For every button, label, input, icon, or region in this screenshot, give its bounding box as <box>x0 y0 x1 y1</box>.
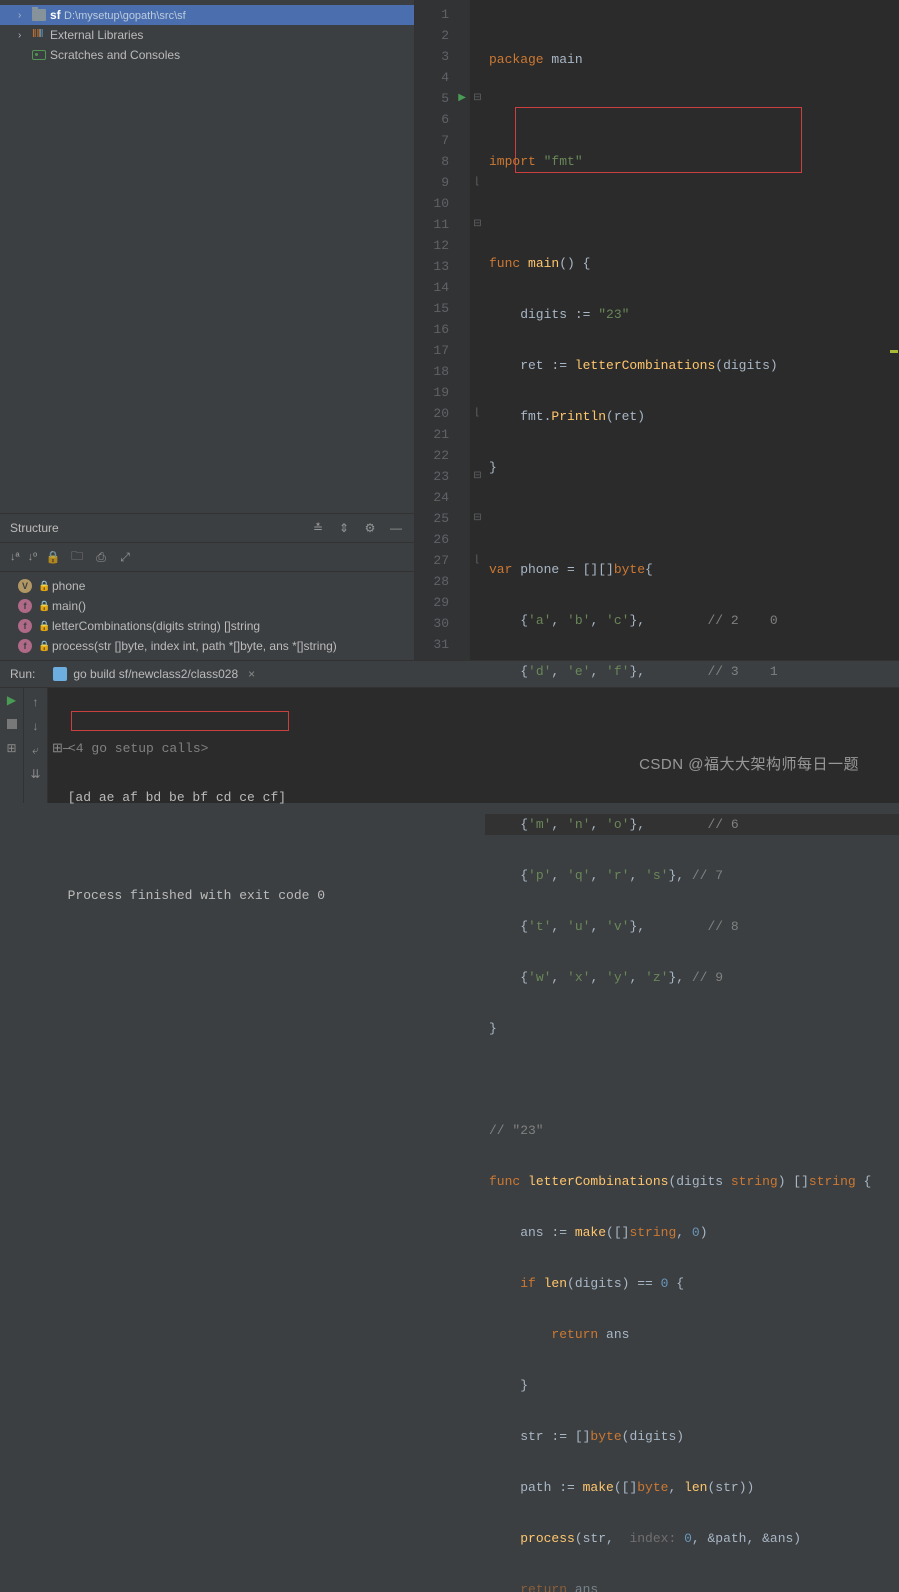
scroll-marker[interactable] <box>887 0 899 660</box>
run-title: Run: <box>10 667 35 681</box>
structure-item[interactable]: V 🔒 phone <box>0 576 414 596</box>
function-badge-icon: f <box>18 639 32 653</box>
layout-button[interactable]: ⊞ <box>0 736 23 760</box>
more-button[interactable] <box>0 760 23 784</box>
sort-alpha-icon[interactable]: ↓ª <box>10 551 20 563</box>
padlock-icon: 🔒 <box>38 581 46 592</box>
gutter[interactable]: 1234 5 678910 1112131415 16 1718192021 2… <box>415 0 470 660</box>
gear-icon[interactable]: ⚙ <box>362 520 378 536</box>
scroll-end-button[interactable]: ⇊ <box>24 762 47 786</box>
structure-item[interactable]: f 🔒 letterCombinations(digits string) []… <box>0 616 414 636</box>
structure-item[interactable]: f 🔒 process(str []byte, index int, path … <box>0 636 414 656</box>
run-tab-label: go build sf/newclass2/class028 <box>73 667 238 681</box>
folder-toolbar-icon[interactable]: 🗀 <box>69 549 85 565</box>
scratches-label: Scratches and Consoles <box>50 48 180 62</box>
project-tree[interactable]: › sf D:\mysetup\gopath\src\sf › External… <box>0 0 414 513</box>
down-button[interactable]: ↓ <box>24 714 47 738</box>
exit-message: Process finished with exit code 0 <box>68 888 325 903</box>
highlight-box <box>71 711 289 731</box>
structure-item-label: phone <box>52 579 85 593</box>
setup-calls: <4 go setup calls> <box>68 741 208 756</box>
expand-icon[interactable]: ≛ <box>310 520 326 536</box>
structure-item-label: main() <box>52 599 86 613</box>
structure-title: Structure <box>10 521 59 535</box>
scroll-icon[interactable]: ⤢ <box>117 549 133 565</box>
hide-icon[interactable]: — <box>388 520 404 536</box>
padlock-icon: 🔒 <box>38 601 46 612</box>
structure-item-label: process(str []byte, index int, path *[]b… <box>52 639 337 653</box>
lock-icon[interactable]: 🔒 <box>45 549 61 565</box>
run-gutter-icon: 5 <box>415 88 469 109</box>
watermark: CSDN @福大大架构师每日一题 <box>639 753 859 774</box>
padlock-icon: 🔒 <box>38 641 46 652</box>
sort-visibility-icon[interactable]: ↓º <box>28 551 38 563</box>
fold-column[interactable]: ⊟⌊⊟ ⌊ ⊟⊟⌊ <box>470 0 485 660</box>
run-side-toolbar: ▶ ⊞ <box>0 688 24 803</box>
scratches-icon <box>32 50 46 60</box>
scratches[interactable]: Scratches and Consoles <box>0 45 414 65</box>
project-root[interactable]: › sf D:\mysetup\gopath\src\sf <box>0 5 414 25</box>
go-icon <box>53 667 67 681</box>
project-path: D:\mysetup\gopath\src\sf <box>64 10 186 22</box>
rerun-button[interactable]: ▶ <box>0 688 23 712</box>
console-output-line: [ad ae af bd be bf cd ce cf] <box>68 790 286 805</box>
function-badge-icon: f <box>18 619 32 633</box>
close-icon[interactable]: × <box>248 667 255 681</box>
console-output[interactable]: ⊞—<4 go setup calls> [ad ae af bd be bf … <box>48 688 899 803</box>
collapse-icon[interactable]: ⇕ <box>336 520 352 536</box>
chevron-right-icon: › <box>18 30 28 41</box>
project-name: sf <box>50 8 61 22</box>
structure-list: V 🔒 phone f 🔒 main() f 🔒 letterCombinati… <box>0 572 414 660</box>
code-editor[interactable]: 1234 5 678910 1112131415 16 1718192021 2… <box>415 0 899 660</box>
padlock-icon: 🔒 <box>38 621 46 632</box>
structure-panel: Structure ≛ ⇕ ⚙ — ↓ª ↓º 🔒 🗀 ⎙ ⤢ V � <box>0 513 414 660</box>
external-libraries[interactable]: › External Libraries <box>0 25 414 45</box>
up-button[interactable]: ↑ <box>24 690 47 714</box>
run-side-toolbar-2: ↑ ↓ ⤶ ⇊ <box>24 688 48 803</box>
run-tab[interactable]: go build sf/newclass2/class028 × <box>47 665 261 683</box>
external-libraries-label: External Libraries <box>50 28 143 42</box>
stop-button[interactable] <box>0 712 23 736</box>
structure-item[interactable]: f 🔒 main() <box>0 596 414 616</box>
structure-item-label: letterCombinations(digits string) []stri… <box>52 619 260 633</box>
wrap-button[interactable]: ⤶ <box>24 738 47 762</box>
variable-badge-icon: V <box>18 579 32 593</box>
chevron-right-icon: › <box>18 10 28 21</box>
pin-icon[interactable]: ⎙ <box>93 549 109 565</box>
library-icon <box>32 28 46 42</box>
structure-toolbar: ↓ª ↓º 🔒 🗀 ⎙ ⤢ <box>0 543 414 572</box>
function-badge-icon: f <box>18 599 32 613</box>
folder-icon <box>32 9 46 21</box>
code-area[interactable]: package main import "fmt" func main() { … <box>485 0 899 660</box>
